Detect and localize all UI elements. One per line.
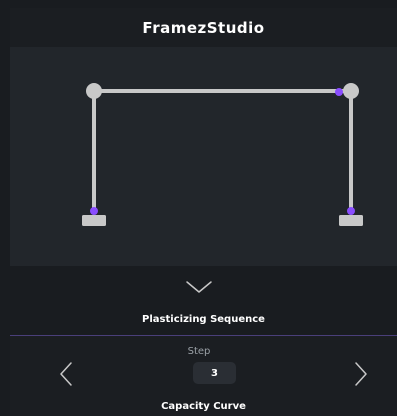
frame-drawing	[82, 83, 363, 226]
previous-step-button[interactable]	[57, 360, 77, 388]
plastic-hinge-left-base	[90, 207, 98, 215]
next-step-button[interactable]	[350, 360, 370, 388]
plastic-hinge-beam-right	[335, 88, 343, 96]
left-joint	[86, 83, 102, 99]
plasticizing-sequence-label: Plasticizing Sequence	[142, 314, 265, 325]
right-joint	[343, 83, 359, 99]
step-value: 3	[211, 367, 218, 379]
chevron-down-icon	[186, 281, 212, 293]
chevron-right-icon	[355, 362, 367, 386]
plastic-hinge-right-base	[347, 207, 355, 215]
frame-canvas[interactable]	[10, 47, 397, 266]
step-value-display: 3	[193, 362, 236, 384]
right-support	[339, 215, 363, 226]
app-header: FramezStudio	[10, 8, 397, 47]
app-window: FramezStudio Plasticizing Sequence Step …	[0, 0, 397, 416]
chevron-left-icon	[60, 362, 72, 386]
capacity-curve-label[interactable]: Capacity Curve	[10, 401, 397, 412]
sequence-toggle-button[interactable]	[184, 277, 214, 297]
step-caption: Step	[187, 346, 211, 357]
app-title: FramezStudio	[142, 18, 265, 37]
left-support	[82, 215, 106, 226]
